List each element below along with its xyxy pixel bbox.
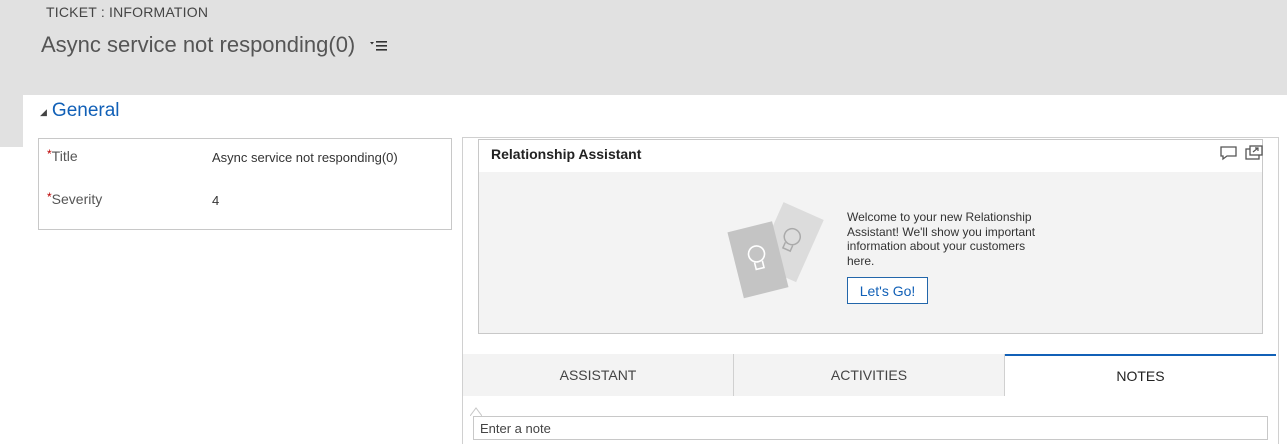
collapse-triangle-icon[interactable]: ◢ [40, 107, 47, 118]
title-field[interactable]: Async service not responding(0) [212, 150, 398, 165]
field-label-text: Severity [51, 191, 103, 207]
entity-label: TICKET : INFORMATION [46, 4, 209, 20]
field-label-text: Title [51, 148, 78, 164]
field-label-title: *Title [47, 147, 78, 164]
assistant-welcome-text: Welcome to your new Relationship Assista… [847, 210, 1036, 268]
field-row-severity: *Severity 4 [39, 190, 451, 221]
relationship-assistant-panel: Relationship Assistant Welcome to your n… [478, 139, 1263, 334]
tab-activities[interactable]: ACTIVITIES [734, 354, 1005, 396]
note-caret-icon [470, 407, 482, 416]
popout-icon[interactable] [1244, 145, 1264, 161]
assistant-title: Relationship Assistant [491, 146, 642, 162]
lets-go-button[interactable]: Let's Go! [847, 277, 928, 304]
feedback-icon[interactable] [1219, 145, 1239, 161]
section-title: General [51, 100, 120, 121]
list-menu-icon[interactable] [369, 38, 389, 54]
required-marker: * [47, 147, 52, 161]
severity-field[interactable]: 4 [212, 193, 219, 208]
lightbulb-cards-icon [727, 202, 827, 302]
field-row-title: *Title Async service not responding(0) [39, 147, 451, 178]
field-label-severity: *Severity [47, 190, 103, 207]
left-gutter [0, 95, 23, 147]
general-fields: *Title Async service not responding(0) *… [38, 138, 452, 230]
tab-assistant[interactable]: ASSISTANT [463, 354, 734, 396]
record-title: Async service not responding(0) [41, 32, 356, 57]
tab-notes[interactable]: NOTES [1005, 354, 1276, 396]
note-input[interactable] [473, 416, 1268, 440]
assistant-header: Relationship Assistant [479, 140, 1264, 172]
assistant-tabs: ASSISTANT ACTIVITIES NOTES [463, 354, 1276, 396]
required-marker: * [47, 190, 52, 204]
section-header-general[interactable]: ◢ General [40, 100, 120, 122]
